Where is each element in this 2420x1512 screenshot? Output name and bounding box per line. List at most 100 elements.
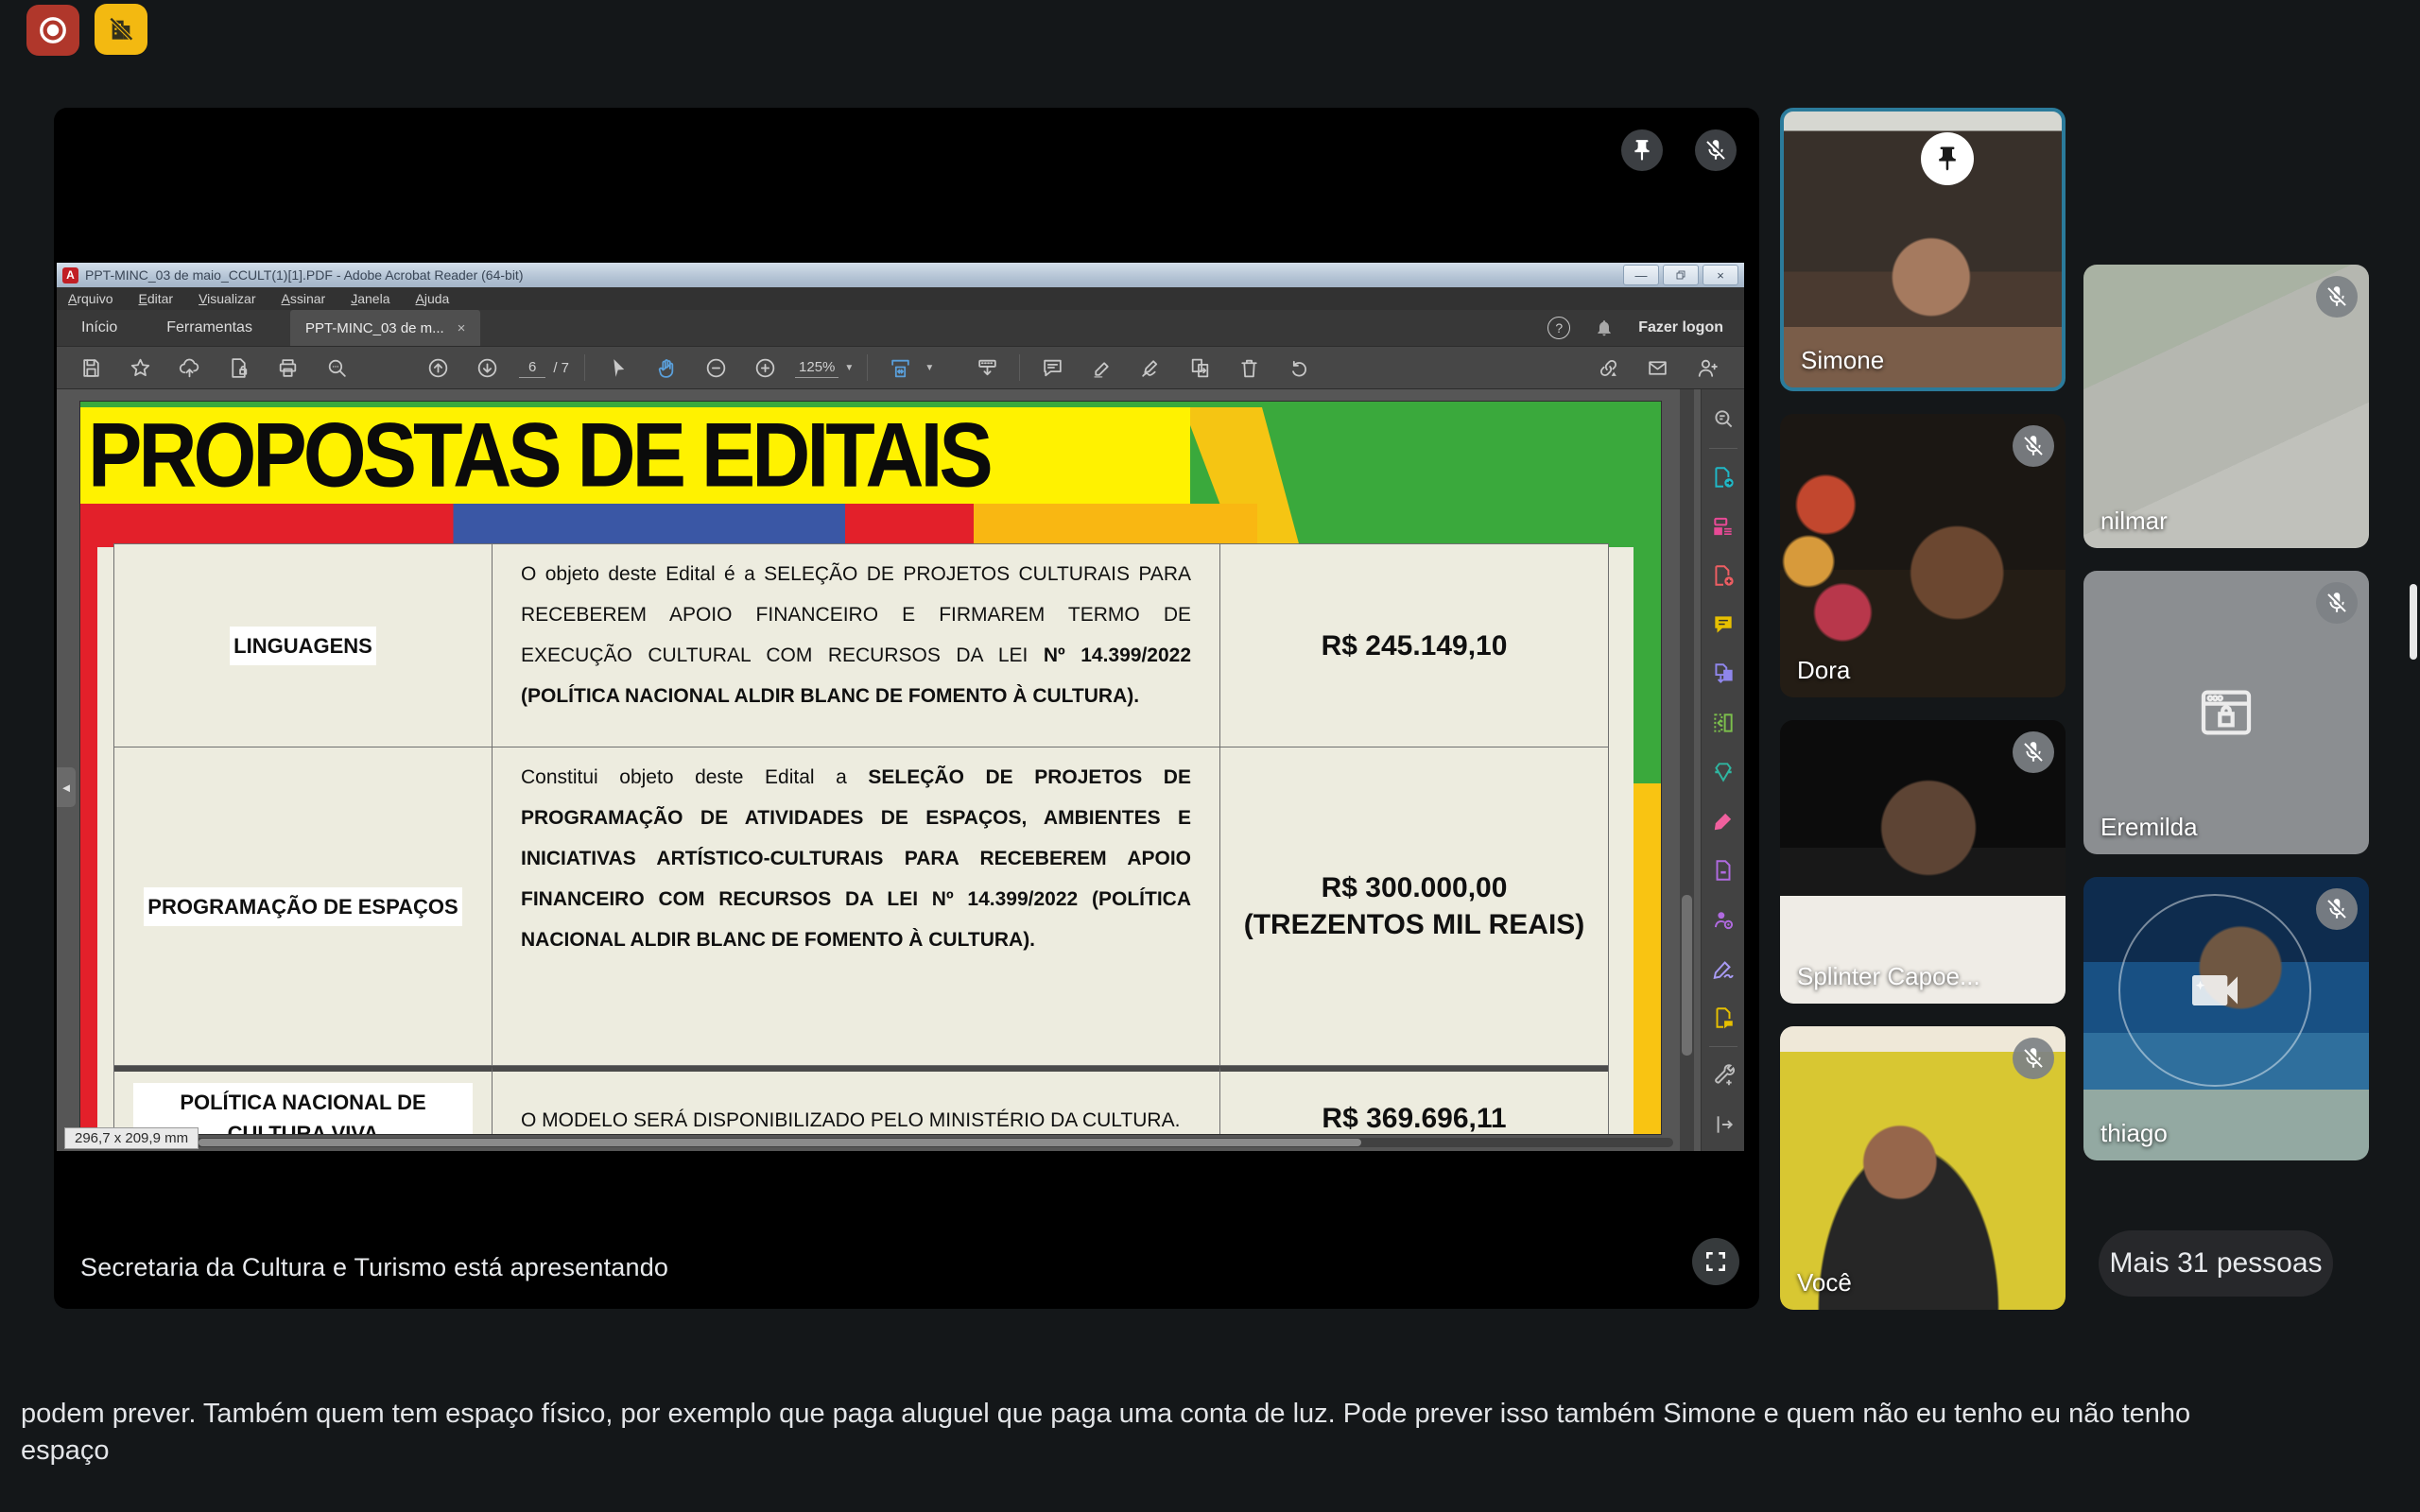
- close-button[interactable]: ×: [1703, 265, 1738, 285]
- undo-icon[interactable]: [1273, 347, 1322, 388]
- send-pages-icon[interactable]: [1175, 347, 1224, 388]
- acrobat-toolbar: 6 / 7 125% ▼ ▼: [57, 347, 1744, 389]
- menu-janela[interactable]: Janela: [351, 291, 389, 306]
- previous-page-icon[interactable]: [413, 347, 462, 388]
- mic-off-badge: [2316, 888, 2358, 930]
- page-scrollbar-thumb[interactable]: [2410, 584, 2417, 660]
- zoom-level-input[interactable]: 125%: [795, 357, 838, 378]
- fit-caret-icon[interactable]: ▼: [925, 363, 934, 373]
- zoom-caret-icon[interactable]: ▼: [844, 363, 854, 373]
- menu-ajuda[interactable]: Ajuda: [415, 291, 449, 306]
- print-icon[interactable]: [263, 347, 312, 388]
- acrobat-tabbar: InícioFerramentas PPT-MINC_03 de m... × …: [57, 310, 1744, 347]
- mic-off-icon: [2021, 740, 2046, 765]
- save-icon[interactable]: [66, 347, 115, 388]
- horizontal-scrollbar-thumb[interactable]: [199, 1139, 1361, 1146]
- mic-off-icon: [2325, 897, 2349, 921]
- participants-column-2: nilmarEremilda thiago: [2083, 265, 2369, 1160]
- cloud-upload-icon[interactable]: [164, 347, 214, 388]
- fit-width-icon[interactable]: [875, 347, 925, 388]
- menu-arquivo[interactable]: Arquivo: [68, 291, 112, 306]
- participant-tile-splinter-capoe[interactable]: Splinter Capoe...: [1780, 720, 2066, 1004]
- highlighter-icon[interactable]: [1077, 347, 1126, 388]
- menu-assinar[interactable]: Assinar: [282, 291, 326, 306]
- recording-indicator-icon[interactable]: [26, 5, 79, 56]
- sign-pen-icon[interactable]: [1126, 347, 1175, 388]
- screen-banner-icon[interactable]: [962, 347, 1011, 388]
- edit-pdf-tool-icon[interactable]: [1702, 502, 1744, 551]
- yellow-right-stripe: [1634, 783, 1661, 1134]
- mic-off-badge: [2013, 1038, 2054, 1079]
- participant-tile-nilmar[interactable]: nilmar: [2083, 265, 2369, 548]
- page-number-input[interactable]: 6: [519, 357, 545, 378]
- tab-ferramentas[interactable]: Ferramentas: [142, 310, 277, 346]
- zoom-in-icon[interactable]: [740, 347, 789, 388]
- proposals-table: LINGUAGENSO objeto deste Edital é a SELE…: [113, 543, 1609, 1134]
- find-more-icon[interactable]: [312, 347, 361, 388]
- presentation-video-off-icon[interactable]: [95, 4, 147, 55]
- link-icon[interactable]: [1583, 347, 1633, 388]
- hand-tool-icon[interactable]: [642, 347, 691, 388]
- restore-button[interactable]: [1663, 265, 1699, 285]
- star-favorites-icon[interactable]: [115, 347, 164, 388]
- participant-tile-voc[interactable]: Você: [1780, 1026, 2066, 1310]
- window-title: PPT-MINC_03 de maio_CCULT(1)[1].PDF - Ad…: [85, 267, 523, 283]
- create-pdf-tool-icon[interactable]: [1702, 551, 1744, 600]
- more-tools-icon[interactable]: [1702, 1051, 1744, 1100]
- protect-tool-icon[interactable]: [1702, 895, 1744, 944]
- participant-name: thiago: [2100, 1119, 2168, 1148]
- more-people-pill[interactable]: Mais 31 pessoas: [2099, 1230, 2333, 1297]
- presentation-mic-off-badge: [1695, 129, 1737, 171]
- zoom-out-icon[interactable]: [691, 347, 740, 388]
- certificates-tool-icon[interactable]: [1702, 944, 1744, 993]
- color-stripes: [80, 504, 1257, 547]
- participant-tile-dora[interactable]: Dora: [1780, 414, 2066, 697]
- select-cursor-icon[interactable]: [593, 347, 642, 388]
- combine-files-tool-icon[interactable]: [1702, 649, 1744, 698]
- participant-tile-thiago[interactable]: thiago: [2083, 877, 2369, 1160]
- fullscreen-button[interactable]: [1692, 1238, 1739, 1285]
- sign-in-button[interactable]: Fazer logon: [1638, 319, 1723, 336]
- participant-tile-eremilda[interactable]: Eremilda: [2083, 571, 2369, 854]
- table-value-cell: R$ 245.149,10: [1220, 544, 1608, 747]
- fill-sign-tool-icon[interactable]: [1702, 797, 1744, 846]
- document-tab[interactable]: PPT-MINC_03 de m... ×: [290, 310, 480, 346]
- request-signatures-tool-icon[interactable]: [1702, 993, 1744, 1042]
- video-effects-overlay: [2118, 894, 2311, 1087]
- document-search-tool-icon[interactable]: [1702, 395, 1744, 444]
- menu-visualizar[interactable]: Visualizar: [199, 291, 255, 306]
- tab-in-cio[interactable]: Início: [57, 310, 142, 346]
- menu-editar[interactable]: Editar: [138, 291, 173, 306]
- table-category-cell: PROGRAMAÇÃO DE ESPAÇOS: [114, 747, 493, 1066]
- vertical-scrollbar[interactable]: [1680, 389, 1694, 1151]
- comment-tool-icon[interactable]: [1702, 600, 1744, 649]
- mic-off-icon: [2325, 284, 2349, 309]
- acrobat-titlebar[interactable]: A PPT-MINC_03 de maio_CCULT(1)[1].PDF - …: [57, 263, 1744, 287]
- delete-trash-icon[interactable]: [1224, 347, 1273, 388]
- redact-tool-icon[interactable]: [1702, 846, 1744, 895]
- add-person-icon[interactable]: [1682, 347, 1731, 388]
- pinned-badge[interactable]: [1921, 132, 1974, 185]
- next-page-icon[interactable]: [462, 347, 511, 388]
- comment-bubble-icon[interactable]: [1028, 347, 1077, 388]
- export-page-icon[interactable]: [214, 347, 263, 388]
- unpin-presentation-button[interactable]: [1621, 129, 1663, 171]
- participant-tile-simone[interactable]: Simone: [1780, 108, 2066, 391]
- shared-screen-tile[interactable]: A PPT-MINC_03 de maio_CCULT(1)[1].PDF - …: [54, 108, 1759, 1309]
- page-total-label: / 7: [553, 360, 569, 376]
- mail-icon[interactable]: [1633, 347, 1682, 388]
- nav-pane-toggle[interactable]: ◄: [57, 767, 76, 807]
- minimize-button[interactable]: —: [1623, 265, 1659, 285]
- horizontal-scrollbar[interactable]: [189, 1138, 1673, 1147]
- notifications-bell-icon[interactable]: [1595, 318, 1614, 337]
- browser-lock-icon: [2083, 571, 2369, 854]
- tab-close-icon[interactable]: ×: [458, 320, 466, 336]
- compress-pdf-tool-icon[interactable]: [1702, 747, 1744, 797]
- organize-pages-tool-icon[interactable]: [1702, 698, 1744, 747]
- table-description-cell: Constitui objeto deste Edital a SELEÇÃO …: [493, 747, 1220, 1066]
- vertical-scrollbar-thumb[interactable]: [1682, 895, 1692, 1056]
- table-description-cell: O objeto deste Edital é a SELEÇÃO DE PRO…: [493, 544, 1220, 747]
- help-button[interactable]: ?: [1547, 317, 1570, 339]
- collapse-panel-icon[interactable]: [1702, 1100, 1744, 1149]
- export-pdf-tool-icon[interactable]: [1702, 453, 1744, 502]
